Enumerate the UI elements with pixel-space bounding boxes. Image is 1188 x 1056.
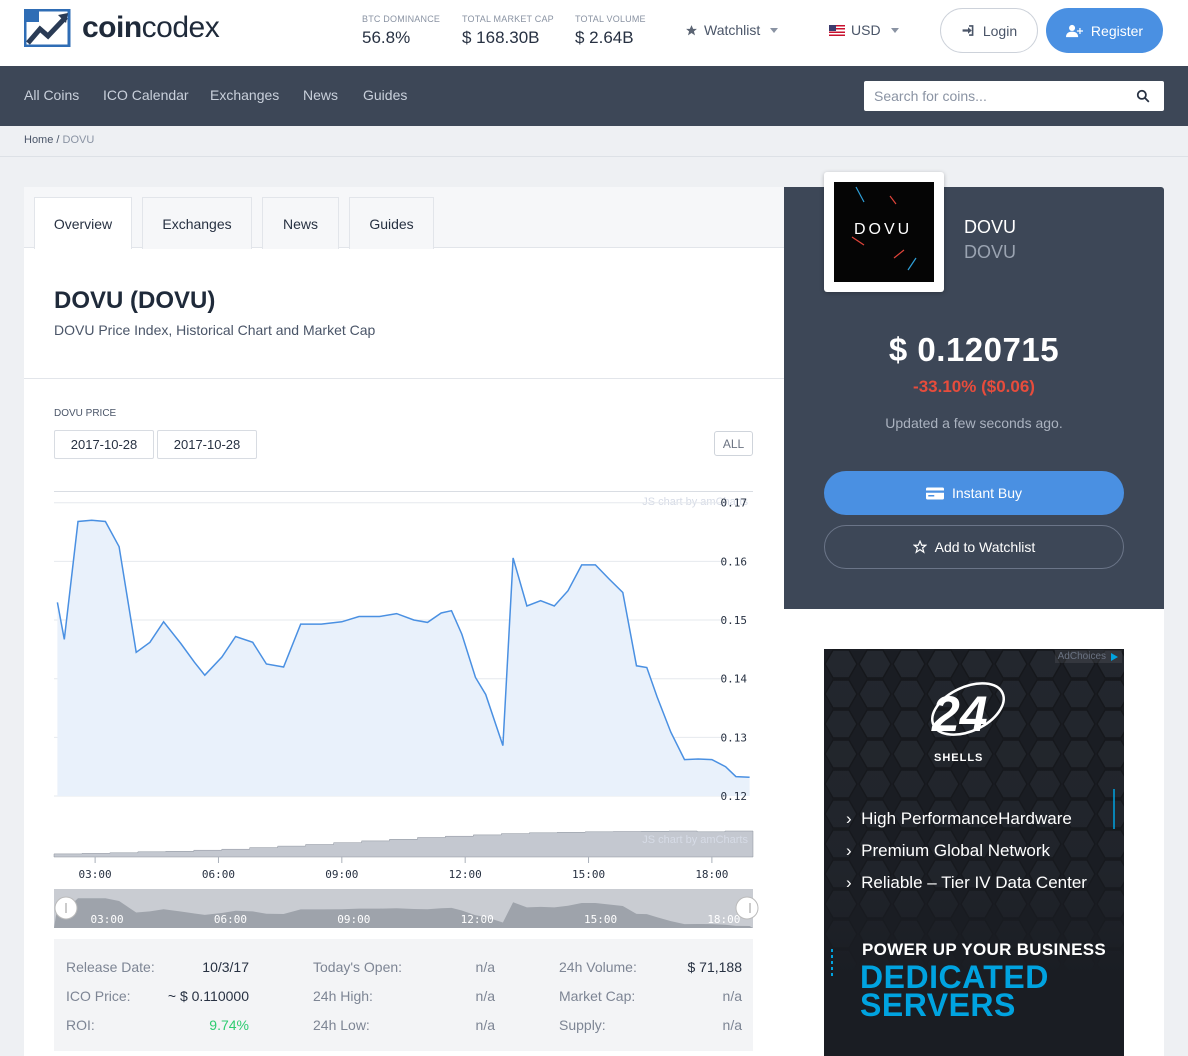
- watchlist-dropdown[interactable]: Watchlist: [685, 22, 779, 38]
- user-plus-icon: [1065, 24, 1083, 37]
- breadcrumb-home[interactable]: Home: [24, 134, 53, 146]
- navigator-tick-label: 12:00: [461, 913, 494, 926]
- coin-logo-frame: DOVU: [824, 172, 944, 292]
- logo-text: coincodex: [82, 11, 220, 44]
- x-tick-label: 18:00: [695, 868, 728, 881]
- coin-price: $ 0.120715: [888, 331, 1060, 368]
- y-tick-label: 0.13: [721, 731, 748, 744]
- chevron-down-icon: [770, 27, 779, 33]
- nav-exchanges[interactable]: Exchanges: [210, 87, 279, 103]
- ad-brand-name: SHELLS: [934, 752, 984, 764]
- chevron-down-icon: [890, 27, 899, 33]
- currency-dropdown[interactable]: USD: [829, 22, 899, 38]
- navigator-tick-label: 15:00: [584, 913, 617, 926]
- volume-watermark: JS chart by amCharts: [642, 834, 748, 846]
- coin-main-panel: Overview Exchanges News Guides DOVU (DOV…: [24, 187, 784, 1056]
- stat-ico-price: ICO Price: ~ $ 0.110000: [66, 988, 249, 1004]
- ad-headline: POWER UP YOUR BUSINESS: [862, 940, 1107, 959]
- stat-market-cap: Market Cap: n/a: [559, 988, 742, 1004]
- stat-todays-open: Today's Open: n/a: [313, 959, 495, 975]
- adchoices-badge[interactable]: AdChoices: [1054, 650, 1122, 663]
- coincodex-logo-icon: [24, 9, 71, 47]
- x-tick-label: 12:00: [449, 868, 482, 881]
- us-flag-icon: [829, 24, 845, 36]
- advertisement-banner[interactable]: AdChoices 24 SHELLS › High PerformanceHa…: [824, 649, 1124, 1056]
- stat-release-date: Release Date: 10/3/17: [66, 959, 249, 975]
- credit-card-icon: [925, 487, 944, 499]
- y-tick-label: 0.17: [721, 497, 748, 510]
- total-market-cap-stat: TOTAL MARKET CAP $ 168.30B: [462, 14, 554, 47]
- nav-news[interactable]: News: [303, 87, 338, 103]
- search-icon[interactable]: [1136, 89, 1150, 103]
- navigator-tick-label: 06:00: [214, 913, 247, 926]
- stat-24h-low: 24h Low: n/a: [313, 1017, 495, 1033]
- breadcrumb-current: DOVU: [62, 134, 95, 146]
- x-tick-label: 09:00: [325, 868, 358, 881]
- sign-in-icon: [962, 25, 974, 36]
- ad-servers: SERVERS: [860, 987, 1016, 1023]
- adchoices-icon: [1111, 652, 1118, 661]
- price-updated-text: Updated a few seconds ago.: [885, 415, 1063, 431]
- nav-ico-calendar[interactable]: ICO Calendar: [103, 87, 189, 103]
- star-icon: [686, 24, 697, 35]
- ad-brand-number: 24: [932, 686, 988, 742]
- y-tick-label: 0.14: [721, 673, 748, 686]
- site-logo[interactable]: coincodex: [24, 9, 220, 47]
- stat-supply: Supply: n/a: [559, 1017, 742, 1033]
- divider: [0, 156, 1188, 157]
- add-to-watchlist-button[interactable]: Add to Watchlist: [824, 525, 1124, 569]
- nav-guides[interactable]: Guides: [363, 87, 407, 103]
- x-tick-label: 15:00: [572, 868, 605, 881]
- stat-24h-high: 24h High: n/a: [313, 988, 495, 1004]
- navigator-tick-label: 18:00: [707, 913, 740, 926]
- instant-buy-button[interactable]: Instant Buy: [824, 471, 1124, 515]
- ad-bullet-2: › Premium Global Network: [846, 841, 1051, 860]
- ad-bullet-3: › Reliable – Tier IV Data Center: [846, 873, 1087, 892]
- total-volume-stat: TOTAL VOLUME $ 2.64B: [575, 14, 646, 47]
- register-button[interactable]: Register: [1046, 8, 1163, 53]
- coin-price-sidebar: DOVU DOVU DOVU $ 0.120715 -33.10% ($0.06…: [784, 172, 1164, 609]
- y-tick-label: 0.16: [721, 555, 748, 568]
- y-axis-ticks: 0.17 0.16 0.15 0.14 0.13 0.12: [721, 497, 748, 803]
- nav-all-coins[interactable]: All Coins: [24, 87, 79, 103]
- top-header: coincodex BTC DOMINANCE 56.8% TOTAL MARK…: [0, 0, 1188, 66]
- y-tick-label: 0.15: [721, 614, 748, 627]
- coin-name: DOVU: [964, 217, 1017, 237]
- x-tick-label: 03:00: [79, 868, 112, 881]
- breadcrumb: Home / DOVU: [24, 134, 95, 146]
- y-tick-label: 0.12: [721, 790, 748, 803]
- dovu-logo-text: DOVU: [854, 221, 913, 238]
- coin-symbol: DOVU: [964, 242, 1017, 262]
- search-input[interactable]: [864, 81, 1134, 111]
- star-outline-icon: [912, 540, 927, 554]
- navigator-tick-label: 03:00: [91, 913, 124, 926]
- search-box: [864, 81, 1164, 111]
- ad-bullet-1: › High PerformanceHardware: [846, 809, 1072, 828]
- navigator-tick-label: 09:00: [337, 913, 370, 926]
- stat-24h-volume: 24h Volume: $ 71,188: [559, 959, 742, 975]
- navigator-right-handle[interactable]: [735, 896, 759, 920]
- x-axis-ticks: 03:00 06:00 09:00 12:00 15:00 18:00: [79, 857, 728, 881]
- btc-dominance-stat: BTC DOMINANCE 56.8%: [362, 14, 441, 47]
- x-tick-label: 06:00: [202, 868, 235, 881]
- coin-stats-table: Release Date: 10/3/17 ICO Price: ~ $ 0.1…: [54, 939, 753, 1051]
- price-chart[interactable]: JS chart by amCharts 0.170.160.150.140.1…: [24, 187, 784, 932]
- stat-roi: ROI: 9.74%: [66, 1017, 249, 1033]
- price-change: -33.10% ($0.06): [913, 377, 1035, 396]
- login-button[interactable]: Login: [940, 8, 1038, 53]
